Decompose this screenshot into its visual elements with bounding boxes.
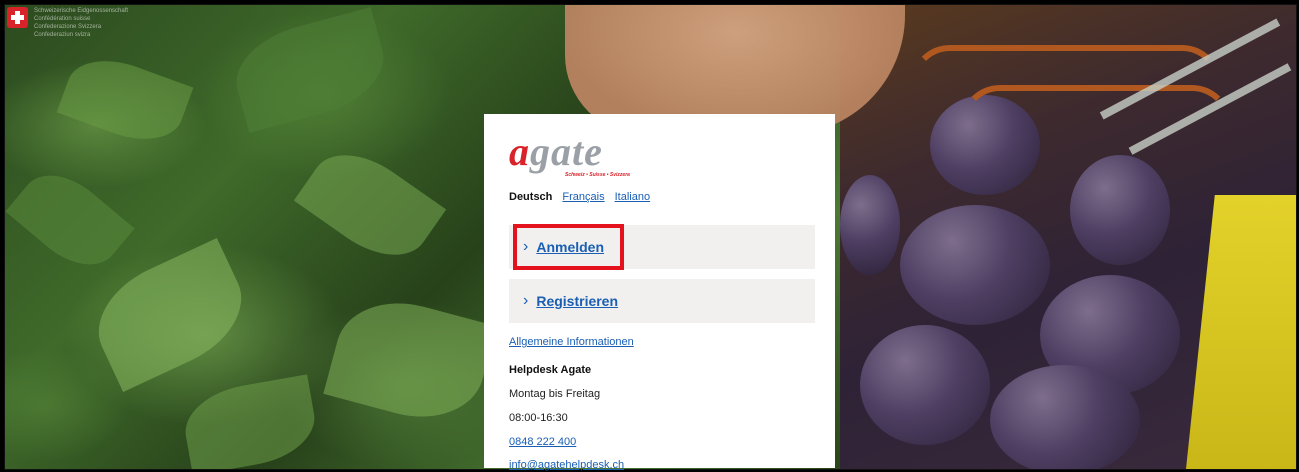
language-de: Deutsch bbox=[509, 191, 553, 203]
register-label[interactable]: Registrieren bbox=[536, 293, 618, 309]
chevron-right-icon: › bbox=[523, 292, 529, 309]
helpdesk-title: Helpdesk Agate bbox=[509, 364, 592, 376]
login-card: agate Schweiz • Suisse • Svizzera Deutsc… bbox=[484, 114, 835, 471]
swiss-cross-icon bbox=[7, 7, 28, 28]
register-button[interactable]: › Registrieren bbox=[509, 279, 815, 323]
language-fr-link[interactable]: Français bbox=[562, 191, 604, 203]
helpdesk-days: Montag bis Freitag bbox=[509, 388, 601, 400]
helpdesk-hours: 08:00-16:30 bbox=[509, 412, 568, 424]
language-it-link[interactable]: Italiano bbox=[615, 191, 650, 203]
federal-text: Schweizerische Eidgenossenschaft Confédé… bbox=[34, 8, 129, 38]
swiss-federal-logo: Schweizerische Eidgenossenschaft Confédé… bbox=[7, 7, 128, 39]
language-switcher: Deutsch Français Italiano bbox=[509, 191, 650, 203]
agate-logo: agate Schweiz • Suisse • Svizzera bbox=[509, 129, 630, 179]
helpdesk-email-link[interactable]: info@agatehelpdesk.ch bbox=[509, 459, 624, 471]
general-info-link[interactable]: Allgemeine Informationen bbox=[509, 336, 634, 348]
helpdesk-phone-link[interactable]: 0848 222 400 bbox=[509, 436, 576, 448]
login-highlight-box bbox=[513, 224, 624, 270]
